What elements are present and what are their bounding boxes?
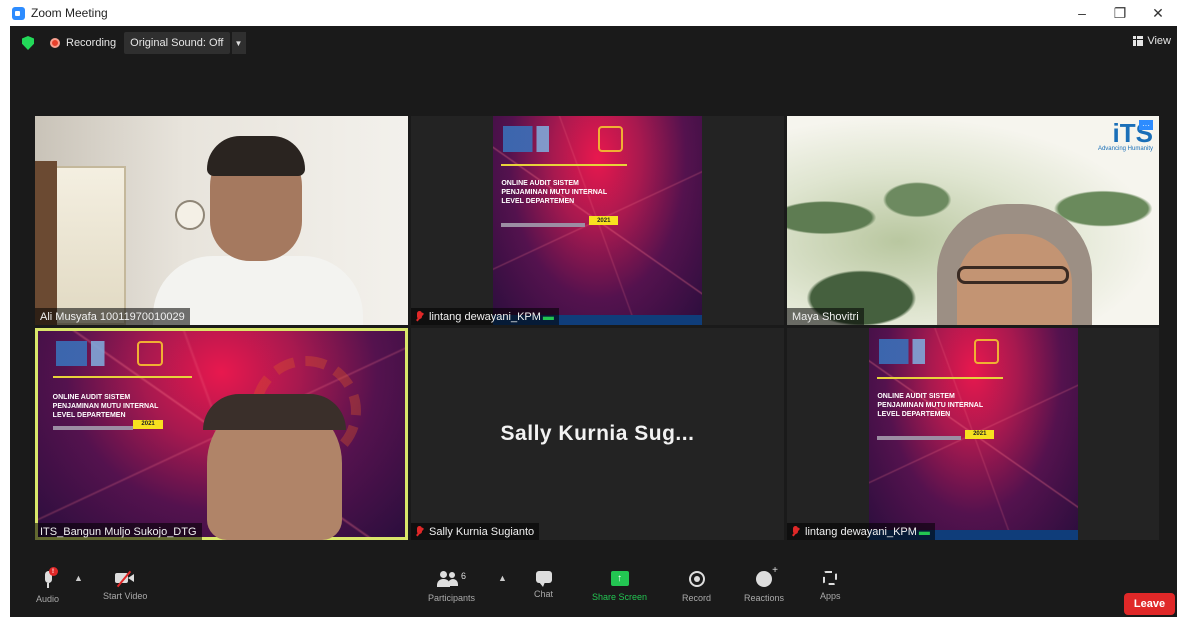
- audio-label: Audio: [36, 594, 60, 604]
- apps-button[interactable]: Apps: [820, 571, 841, 601]
- view-button[interactable]: View: [1133, 35, 1171, 47]
- slide-logo: [973, 338, 999, 365]
- slide-divider: [52, 376, 193, 379]
- glasses-image: [957, 266, 1069, 284]
- record-icon: [688, 571, 705, 587]
- slide-logo: [137, 341, 163, 367]
- mic-alert-badge: !: [48, 567, 58, 576]
- microphone-icon: !: [42, 567, 58, 588]
- video-tile[interactable]: Ali Musyafa 10011970010029: [35, 116, 408, 325]
- video-tile[interactable]: ONLINE AUDIT SISTEM PENJAMINAN MUTU INTE…: [411, 116, 784, 325]
- reactions-icon: [756, 565, 778, 587]
- participant-name-label: Sally Kurnia Sugianto: [411, 523, 540, 540]
- participant-name-label: lintang dewayani_KPM ▬: [411, 308, 559, 325]
- slide-bar: [877, 436, 961, 441]
- window-controls: – ❐ ✕: [1063, 0, 1177, 26]
- slide-year-badge: 2021: [965, 429, 995, 439]
- start-video-label: Start Video: [103, 591, 148, 601]
- slide-logos: [879, 338, 964, 365]
- meeting-toolbar: ! Audio ▲ Start Video 6 Participants ▲ C: [10, 565, 1177, 617]
- slide-divider: [877, 376, 1003, 379]
- audio-button[interactable]: ! Audio: [36, 567, 60, 604]
- slide-year-badge: 2021: [589, 216, 619, 226]
- participants-icon: [437, 571, 459, 587]
- record-label: Record: [682, 593, 712, 603]
- shared-slide: ONLINE AUDIT SISTEM PENJAMINAN MUTU INTE…: [869, 328, 1078, 540]
- reactions-label: Reactions: [744, 593, 785, 603]
- grid-view-icon: [1133, 36, 1144, 46]
- audio-options-caret-icon[interactable]: ▲: [74, 573, 83, 583]
- person-hair: [203, 394, 346, 430]
- connection-icon: ▬: [918, 525, 930, 538]
- slide-year-badge: 2021: [133, 419, 163, 429]
- participant-display-name: Sally Kurnia Sug...: [500, 422, 695, 445]
- slide-bar: [501, 222, 585, 227]
- slide-logos: [503, 126, 588, 152]
- clock-image: [175, 200, 205, 230]
- slide-logos: [56, 341, 145, 367]
- chat-button[interactable]: Chat: [534, 571, 553, 599]
- mic-muted-icon: [416, 311, 423, 322]
- more-options-icon[interactable]: ···: [1139, 120, 1153, 130]
- participants-button[interactable]: 6 Participants: [428, 571, 475, 603]
- chat-label: Chat: [534, 589, 554, 599]
- recording-icon: [50, 38, 60, 48]
- video-tile[interactable]: ONLINE AUDIT SISTEM PENJAMINAN MUTU INTE…: [787, 328, 1159, 540]
- slide-title: ONLINE AUDIT SISTEM PENJAMINAN MUTU INTE…: [877, 392, 984, 418]
- share-screen-label: Share Screen: [592, 592, 648, 602]
- minimize-icon[interactable]: –: [1063, 0, 1101, 26]
- meeting-area: Recording Original Sound: Off ▼ View Ali…: [10, 26, 1177, 617]
- video-tile[interactable]: Sally Kurnia Sug... Sally Kurnia Sugiant…: [411, 328, 784, 540]
- slide-title: ONLINE AUDIT SISTEM PENJAMINAN MUTU INTE…: [501, 179, 608, 205]
- video-tile[interactable]: iTS Advancing Humanity ··· Maya Shovitri: [787, 116, 1159, 325]
- leave-button[interactable]: Leave: [1124, 593, 1175, 615]
- connection-icon: ▬: [542, 310, 554, 323]
- close-icon[interactable]: ✕: [1139, 0, 1177, 26]
- participant-name-label: ITS_Bangun Muljo Sukojo_DTG: [35, 523, 202, 540]
- zoom-app-icon: [12, 6, 25, 20]
- chat-icon: [535, 571, 552, 587]
- reactions-button[interactable]: Reactions: [744, 565, 785, 603]
- recording-label: Recording: [66, 37, 117, 49]
- shared-slide: ONLINE AUDIT SISTEM PENJAMINAN MUTU INTE…: [493, 116, 702, 325]
- view-label: View: [1147, 35, 1171, 47]
- original-sound-dropdown-icon[interactable]: ▼: [231, 32, 246, 54]
- original-sound-button[interactable]: Original Sound: Off: [124, 32, 230, 54]
- person-hair: [207, 136, 305, 176]
- participants-label: Participants: [428, 593, 476, 603]
- restore-icon[interactable]: ❐: [1101, 0, 1139, 26]
- mic-muted-icon: [416, 526, 423, 537]
- meeting-topbar: Recording Original Sound: Off ▼ View: [10, 26, 1177, 60]
- apps-label: Apps: [820, 591, 841, 601]
- apps-icon: [823, 571, 838, 585]
- slide-logo: [597, 126, 623, 152]
- participants-options-caret-icon[interactable]: ▲: [498, 573, 507, 583]
- security-shield-icon[interactable]: [22, 36, 34, 50]
- video-off-icon: [115, 570, 135, 588]
- slide-divider: [501, 164, 627, 167]
- participant-name-label: Maya Shovitri: [787, 308, 864, 325]
- cabinet-image: [35, 161, 57, 325]
- window-titlebar: Zoom Meeting – ❐ ✕: [0, 0, 1177, 26]
- window-title: Zoom Meeting: [31, 6, 108, 20]
- slide-bar: [52, 425, 134, 430]
- share-screen-icon: ↑: [610, 571, 629, 586]
- participants-count: 6: [461, 571, 467, 581]
- mic-muted-icon: [792, 526, 799, 537]
- record-button[interactable]: Record: [682, 571, 711, 603]
- participant-video: [35, 116, 408, 325]
- start-video-button[interactable]: Start Video: [103, 570, 148, 601]
- slide-title: ONLINE AUDIT SISTEM PENJAMINAN MUTU INTE…: [52, 393, 159, 419]
- participant-name-label: lintang dewayani_KPM ▬: [787, 523, 935, 540]
- video-tile-active-speaker[interactable]: ONLINE AUDIT SISTEM PENJAMINAN MUTU INTE…: [35, 328, 408, 540]
- participant-name-label: Ali Musyafa 10011970010029: [35, 308, 190, 325]
- share-screen-button[interactable]: ↑ Share Screen: [592, 571, 647, 602]
